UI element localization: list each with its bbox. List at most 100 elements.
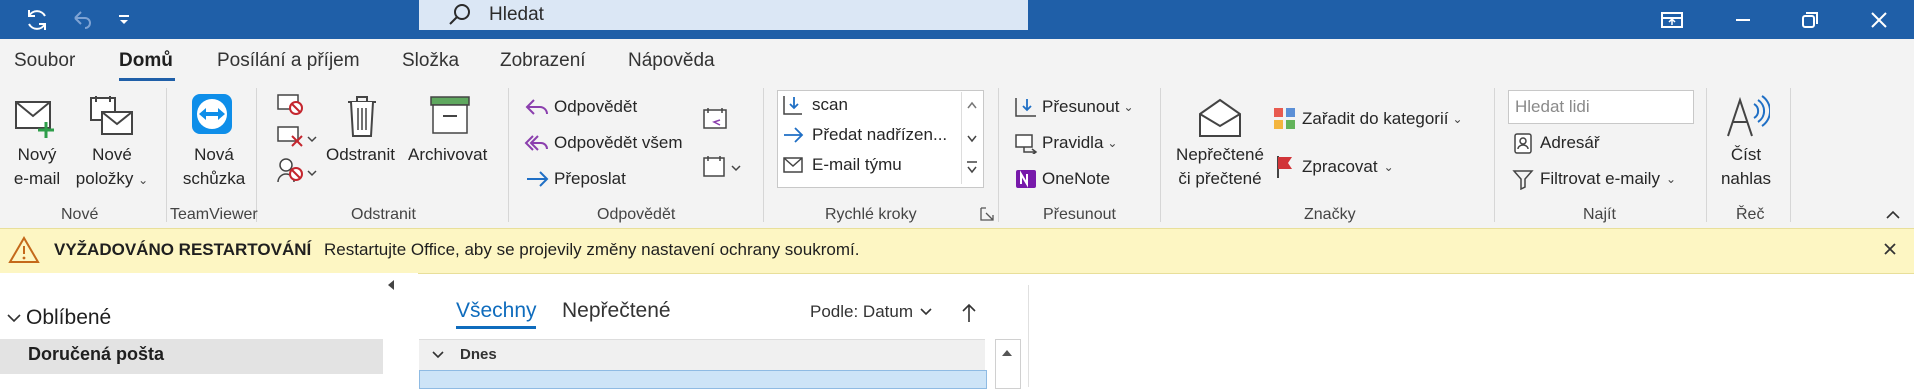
archive-label: Archivovat bbox=[408, 145, 488, 164]
filter-unread-tab[interactable]: Nepřečtené bbox=[562, 299, 671, 323]
flag-icon bbox=[1277, 156, 1292, 178]
rules-button[interactable]: Pravidla ⌄ bbox=[1014, 132, 1117, 154]
banner-message: Restartujte Office, aby se projevily změ… bbox=[324, 240, 860, 259]
group-label-speech: Řeč bbox=[1736, 206, 1765, 223]
unread-read-button[interactable] bbox=[1197, 96, 1243, 140]
cleanup-icon[interactable] bbox=[276, 124, 320, 150]
read-aloud-button[interactable] bbox=[1724, 92, 1770, 140]
sync-icon[interactable] bbox=[20, 0, 54, 39]
chevron-down-icon bbox=[7, 314, 21, 323]
favorites-header[interactable]: Oblíbené bbox=[6, 306, 111, 330]
more-respond-icon[interactable] bbox=[702, 154, 746, 180]
active-filter-indicator bbox=[456, 326, 536, 329]
onenote-icon bbox=[1016, 170, 1036, 188]
separator bbox=[166, 88, 167, 222]
group-label-quick-steps: Rychlé kroky bbox=[825, 206, 917, 223]
quick-steps-scroll[interactable] bbox=[961, 92, 982, 184]
group-label-tags: Značky bbox=[1304, 206, 1356, 223]
read-aloud-icon bbox=[1727, 95, 1770, 137]
follow-up-button[interactable]: Zpracovat ⌄ bbox=[1274, 154, 1394, 180]
tab-view[interactable]: Zobrazení bbox=[500, 50, 586, 72]
warning-icon bbox=[8, 236, 40, 264]
restore-icon[interactable] bbox=[1793, 0, 1827, 39]
banner-title: VYŽADOVÁNO RESTARTOVÁNÍ bbox=[54, 240, 312, 259]
reply-with-meeting-icon[interactable] bbox=[702, 106, 730, 132]
tab-file[interactable]: Soubor bbox=[14, 50, 75, 72]
group-label-new: Nové bbox=[61, 206, 99, 223]
address-book-icon bbox=[1514, 133, 1532, 154]
move-icon bbox=[1015, 98, 1036, 117]
search-icon bbox=[449, 4, 470, 25]
collapse-folder-pane-icon[interactable] bbox=[384, 277, 398, 293]
tab-home[interactable]: Domů bbox=[119, 50, 173, 72]
move-to-folder-icon bbox=[783, 96, 802, 115]
sort-dropdown[interactable]: Podle: Datum bbox=[810, 302, 933, 322]
collapse-ribbon-icon[interactable] bbox=[1885, 209, 1901, 221]
message-item-selected[interactable] bbox=[419, 370, 987, 389]
separator bbox=[1790, 88, 1791, 222]
separator bbox=[1706, 88, 1707, 222]
folder-item-label: Doručená pošta bbox=[28, 344, 165, 364]
separator bbox=[1494, 88, 1495, 222]
junk-icon[interactable] bbox=[276, 156, 320, 184]
undo-icon[interactable] bbox=[64, 0, 98, 39]
quick-step-forward-manager[interactable]: Předat nadřízen... bbox=[782, 124, 947, 146]
tab-folder[interactable]: Složka bbox=[402, 50, 459, 72]
reply-button[interactable]: Odpovědět bbox=[524, 96, 637, 118]
read-aloud-label: Číst nahlas bbox=[1720, 145, 1772, 188]
separator bbox=[998, 88, 999, 222]
separator bbox=[1160, 88, 1161, 222]
categorize-button[interactable]: Zařadit do kategorií ⌄ bbox=[1272, 106, 1463, 132]
new-meeting-label: Nová schůzka bbox=[182, 145, 246, 188]
new-meeting-button[interactable] bbox=[190, 92, 240, 138]
delete-button[interactable] bbox=[344, 94, 384, 138]
close-banner-icon[interactable] bbox=[1882, 241, 1898, 257]
close-icon[interactable] bbox=[1862, 0, 1896, 39]
chevron-down-icon bbox=[432, 351, 444, 359]
rules-icon bbox=[1015, 134, 1038, 154]
new-email-icon bbox=[15, 101, 54, 138]
forward-icon bbox=[527, 171, 549, 187]
separator bbox=[256, 88, 257, 222]
forward-button[interactable]: Přeposlat bbox=[524, 168, 626, 190]
search-people-input[interactable]: Hledat lidi bbox=[1508, 90, 1694, 124]
unread-read-label: Nepřečtené či přečtené bbox=[1176, 145, 1264, 188]
delete-label: Odstranit bbox=[326, 145, 395, 164]
archive-button[interactable] bbox=[428, 94, 474, 138]
active-tab-indicator bbox=[119, 78, 175, 81]
minimize-icon[interactable] bbox=[1726, 0, 1760, 39]
folder-item-inbox[interactable]: Doručená pošta bbox=[0, 339, 383, 374]
ribbon-display-icon[interactable] bbox=[1655, 0, 1689, 39]
group-label-find: Najít bbox=[1583, 206, 1616, 223]
dialog-launcher-icon[interactable] bbox=[980, 207, 994, 221]
sort-direction-icon[interactable] bbox=[961, 302, 977, 324]
new-items-label: Nové položky ⌄ bbox=[75, 145, 149, 188]
tab-help[interactable]: Nápověda bbox=[628, 50, 715, 72]
new-email-button[interactable] bbox=[10, 94, 66, 140]
new-email-label: Nový e-mail bbox=[13, 145, 61, 188]
quick-step-scan[interactable]: scan bbox=[782, 94, 848, 116]
group-label-respond: Odpovědět bbox=[597, 206, 676, 223]
address-book-button[interactable]: Adresář bbox=[1512, 132, 1600, 154]
scroll-up-icon[interactable] bbox=[1000, 348, 1014, 358]
ignore-icon[interactable] bbox=[276, 92, 306, 118]
search-box[interactable]: Hledat bbox=[419, 0, 1028, 30]
reply-all-button[interactable]: Odpovědět všem bbox=[524, 132, 683, 154]
quick-step-team-email[interactable]: E-mail týmu bbox=[782, 154, 902, 176]
scrollbar[interactable] bbox=[995, 339, 1021, 389]
customize-toolbar-icon[interactable] bbox=[112, 0, 136, 39]
group-header-today[interactable]: Dnes bbox=[419, 339, 985, 370]
tab-send-receive[interactable]: Posílání a příjem bbox=[217, 50, 360, 72]
forward-icon bbox=[784, 127, 804, 143]
search-placeholder: Hledat bbox=[489, 4, 544, 25]
archive-icon bbox=[430, 96, 470, 134]
chevron-down-icon bbox=[920, 308, 932, 316]
group-label-teamviewer: TeamViewer bbox=[170, 206, 258, 223]
move-button[interactable]: Přesunout ⌄ bbox=[1014, 96, 1134, 118]
filter-email-button[interactable]: Filtrovat e-maily ⌄ bbox=[1512, 168, 1676, 190]
group-label-delete: Odstranit bbox=[351, 206, 416, 223]
filter-all-tab[interactable]: Všechny bbox=[456, 299, 537, 323]
onenote-button[interactable]: OneNote bbox=[1014, 168, 1110, 190]
new-items-button[interactable] bbox=[86, 94, 142, 140]
envelope-open-icon bbox=[1199, 98, 1241, 137]
